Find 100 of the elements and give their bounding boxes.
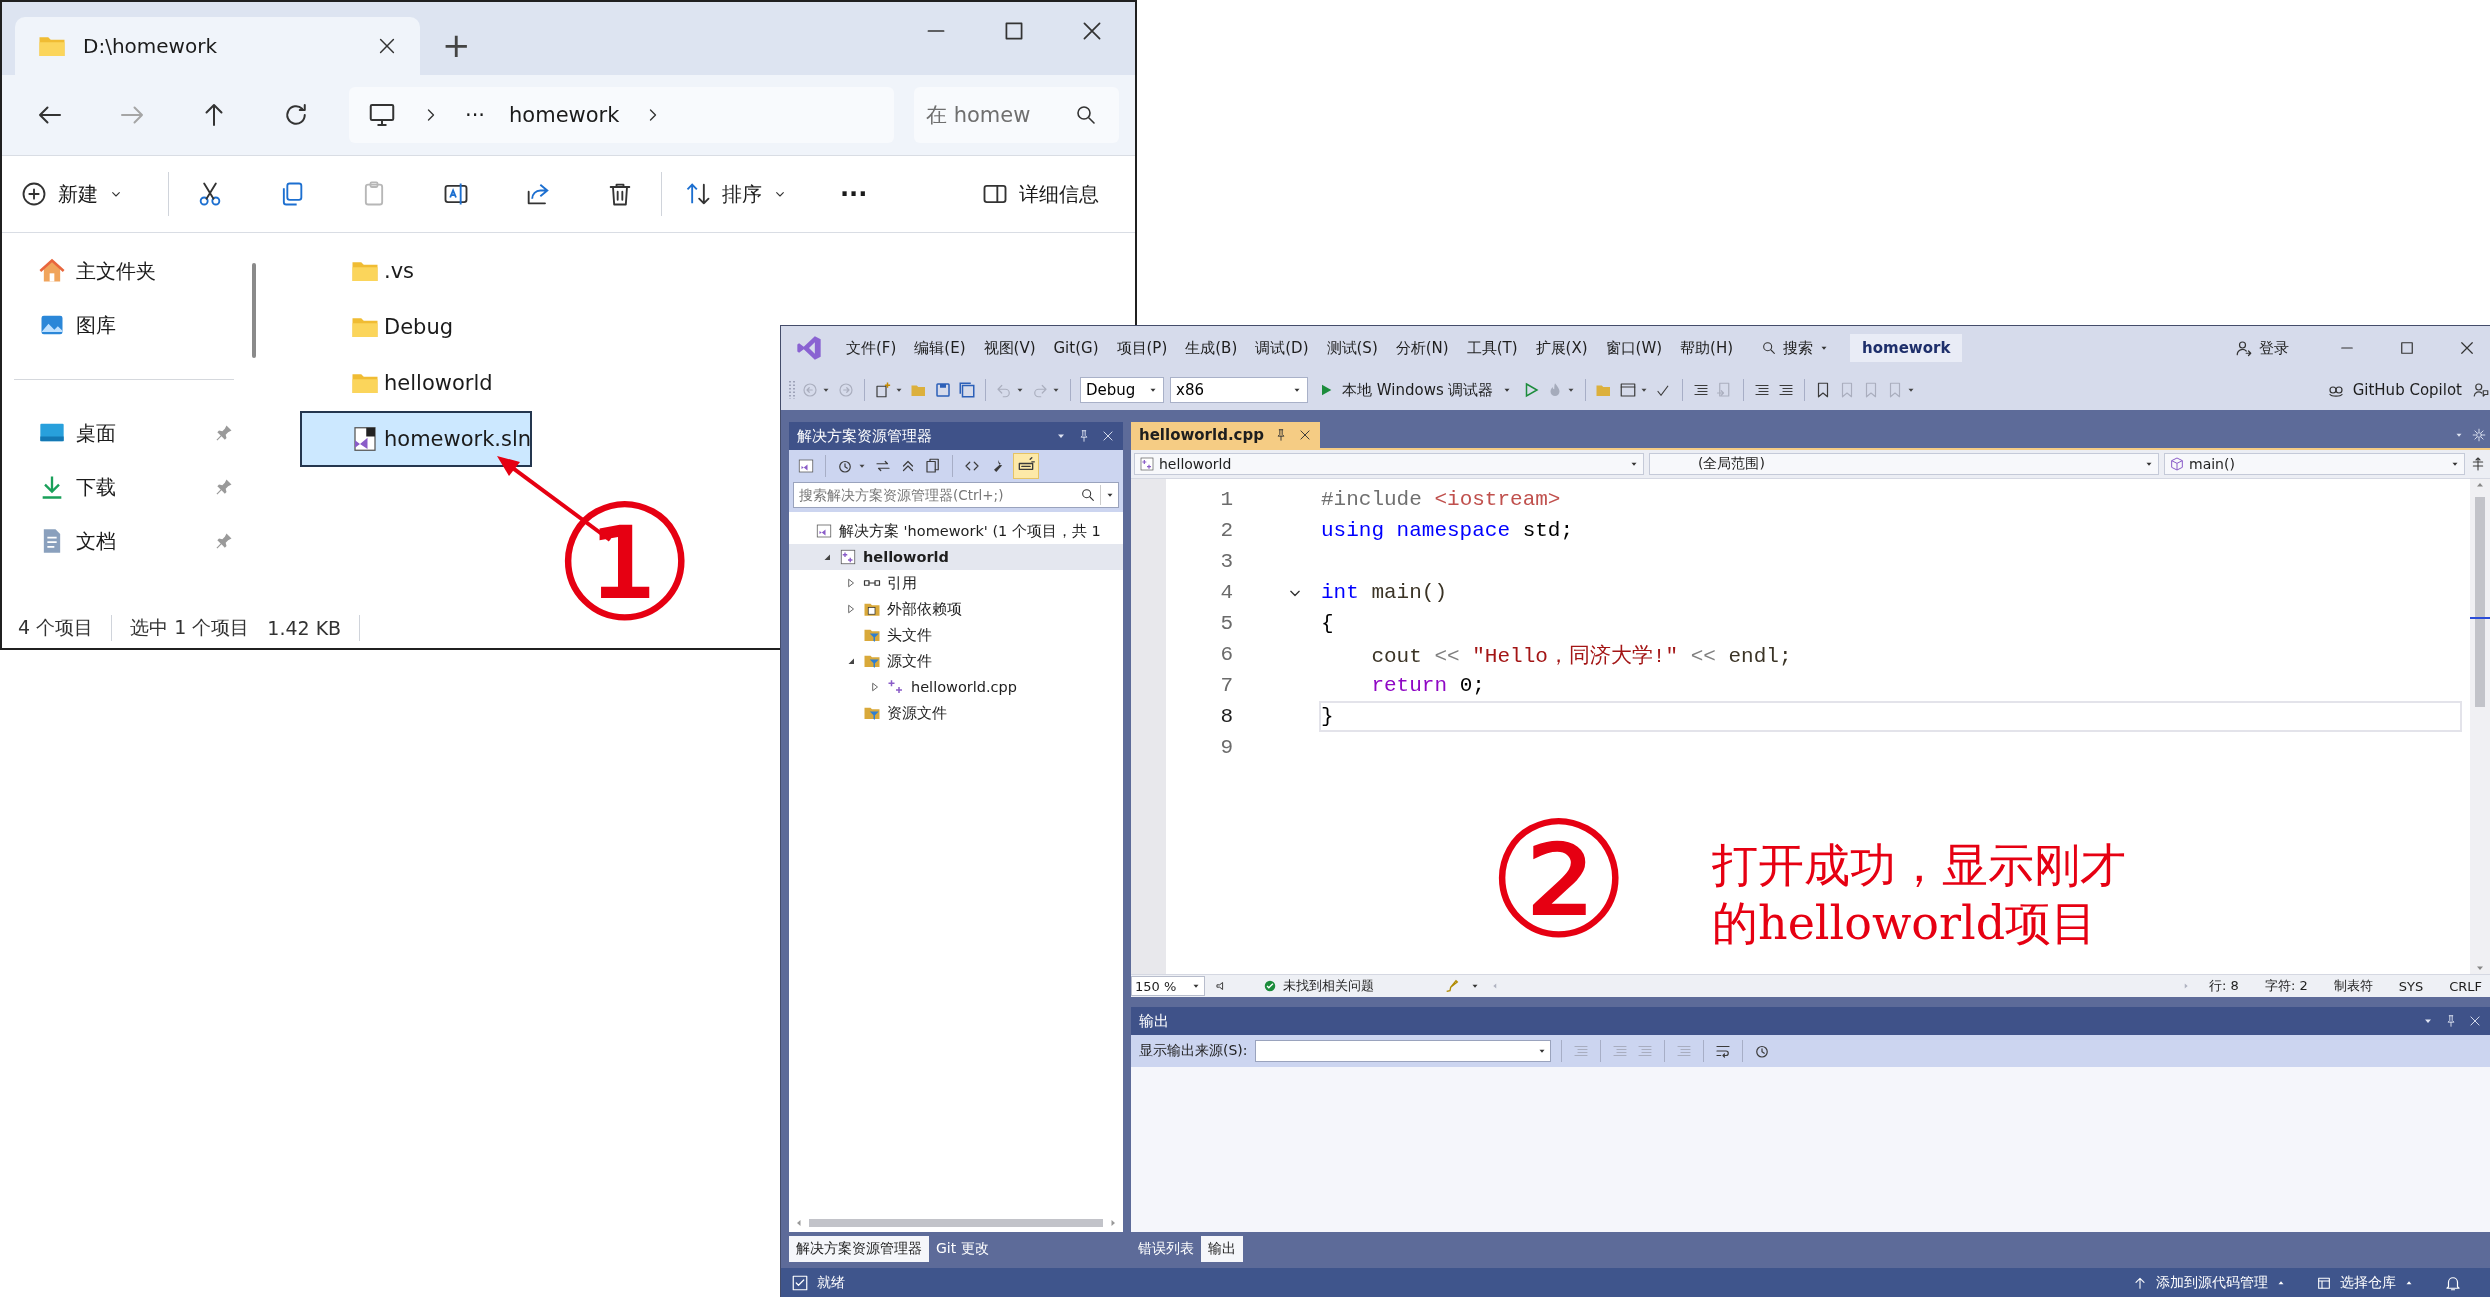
brush-icon[interactable] — [1444, 978, 1460, 994]
grip-icon[interactable] — [789, 381, 795, 399]
new-button[interactable]: 新建 — [20, 170, 124, 218]
start-debugging-button[interactable]: 本地 Windows 调试器 — [1314, 376, 1516, 404]
source-control-button[interactable]: 添加到源代码管理 — [2132, 1273, 2286, 1292]
solution-icon[interactable] — [797, 457, 815, 475]
close-icon[interactable] — [2458, 339, 2476, 357]
breadcrumb-overflow[interactable]: ··· — [465, 103, 486, 127]
tree-item[interactable]: helloworld.cpp — [789, 674, 1123, 700]
feedback-icon[interactable] — [2472, 381, 2490, 399]
collapsed-triangle-icon[interactable] — [869, 681, 881, 693]
line-indicator[interactable]: 行: 8 — [2209, 977, 2239, 995]
line-ending-indicator[interactable]: CRLF — [2449, 978, 2482, 994]
search-field[interactable]: 在 homew — [914, 87, 1119, 143]
sort-button[interactable]: 排序 — [684, 170, 788, 218]
search-button[interactable]: 搜索 — [1752, 333, 1839, 363]
breadcrumb-item[interactable]: homework — [509, 103, 620, 127]
close-icon[interactable] — [1297, 428, 1312, 442]
line-number: 7 — [1219, 674, 1233, 697]
tree-item[interactable]: 引用 — [789, 570, 1123, 596]
panel-tab[interactable]: 解决方案资源管理器 — [789, 1236, 929, 1262]
new-tab-button[interactable]: + — [442, 25, 471, 65]
member-dropdown[interactable]: main() — [2164, 453, 2465, 475]
new-item-icon[interactable] — [874, 381, 892, 399]
search-icon — [1761, 340, 1778, 356]
window-tab[interactable]: D:\homework — [15, 17, 420, 75]
panel-tab[interactable]: Git 更改 — [929, 1236, 996, 1262]
more-button[interactable]: ··· — [840, 170, 868, 218]
menu-item[interactable]: 调试(D) — [1246, 333, 1318, 363]
menu-item[interactable]: 生成(B) — [1176, 333, 1247, 363]
scrollbar[interactable] — [252, 263, 256, 358]
search-input[interactable]: 在 homew — [926, 103, 1074, 127]
nav-item[interactable]: 桌面 — [2, 406, 238, 460]
menu-item[interactable]: 编辑(E) — [905, 333, 975, 363]
nav-item[interactable]: 图库 — [2, 298, 238, 352]
window-icon[interactable] — [1618, 381, 1637, 399]
tree-item[interactable]: helloworld — [789, 544, 1123, 570]
status-text: 就绪 — [817, 1273, 845, 1292]
close-icon[interactable] — [2468, 1014, 2482, 1028]
project-dropdown[interactable]: helloworld — [1134, 453, 1644, 475]
tree-item[interactable]: 解决方案 'homework' (1 个项目，共 1 — [789, 518, 1123, 544]
preview-icon[interactable] — [1013, 453, 1039, 479]
menu-item[interactable]: 扩展(X) — [1526, 333, 1597, 363]
menu-item[interactable]: 项目(P) — [1107, 333, 1177, 363]
search-field[interactable]: 搜索解决方案资源管理器(Ctrl+;) — [793, 482, 1119, 508]
check-circle-icon — [1263, 979, 1277, 993]
pages-icon[interactable] — [924, 457, 942, 475]
document-tab[interactable]: helloworld.cpp — [1131, 422, 1320, 448]
file-item[interactable]: .vs — [300, 243, 532, 299]
indent-indicator[interactable]: 制表符 — [2333, 977, 2373, 995]
line-number: 9 — [1219, 736, 1233, 759]
nav-item[interactable]: 主文件夹 — [2, 244, 238, 298]
panel-title: 解决方案资源管理器 — [797, 426, 932, 446]
menu-item[interactable]: 文件(F) — [837, 333, 906, 363]
step-number: ② — [1487, 801, 1631, 961]
issues-status[interactable]: 未找到相关问题 — [1263, 977, 1374, 995]
encoding-indicator[interactable]: SYS — [2398, 978, 2424, 994]
menu-item[interactable]: 帮助(H) — [1671, 333, 1743, 363]
panel-tab[interactable]: 输出 — [1201, 1236, 1243, 1262]
caret-position-marker — [2470, 617, 2490, 619]
menu-item[interactable]: Git(G) — [1044, 333, 1108, 363]
tree-item[interactable]: 头文件 — [789, 622, 1123, 648]
collapsed-triangle-icon[interactable] — [845, 577, 857, 589]
repository-button[interactable]: 选择仓库 — [2316, 1273, 2414, 1292]
copilot-button[interactable]: GitHub Copilot — [2322, 376, 2466, 404]
maximize-icon[interactable] — [2398, 339, 2416, 357]
tree-item[interactable]: 外部依赖项 — [789, 596, 1123, 622]
panel-tab[interactable]: 错误列表 — [1131, 1236, 1201, 1262]
configuration-dropdown[interactable]: Debug — [1080, 377, 1164, 403]
platform-dropdown[interactable]: x86 — [1170, 377, 1308, 403]
menu-item[interactable]: 分析(N) — [1386, 333, 1458, 363]
address-bar[interactable]: ··· homework — [349, 87, 894, 143]
scrollbar[interactable] — [2470, 479, 2490, 974]
file-item[interactable]: Debug — [300, 299, 532, 355]
menu-item[interactable]: 工具(T) — [1457, 333, 1527, 363]
tree-item[interactable]: 源文件 — [789, 648, 1123, 674]
sign-in-button[interactable]: 登录 — [2226, 333, 2298, 363]
nav-item[interactable]: 文档 — [2, 514, 238, 568]
item-count: 4 个项目 — [18, 615, 94, 640]
scope-dropdown[interactable]: (全局范围) — [1649, 453, 2159, 475]
save-icon[interactable] — [934, 381, 952, 399]
scrollbar-thumb[interactable] — [809, 1219, 1103, 1227]
split-icon[interactable] — [2470, 456, 2486, 472]
search-icon — [1074, 103, 1098, 127]
tree-item[interactable]: 资源文件 — [789, 700, 1123, 726]
save-all-icon[interactable] — [958, 381, 976, 399]
scrollbar-thumb[interactable] — [2475, 497, 2485, 707]
close-icon[interactable] — [1101, 429, 1115, 443]
file-item[interactable]: helloworld — [300, 355, 532, 411]
menu-item[interactable]: 视图(V) — [974, 333, 1045, 363]
collapsed-triangle-icon[interactable] — [845, 603, 857, 615]
details-button[interactable]: 详细信息 — [981, 170, 1099, 218]
menu-item[interactable]: 测试(S) — [1317, 333, 1387, 363]
menu-item[interactable]: 窗口(W) — [1596, 333, 1672, 363]
settings-icon[interactable] — [2472, 428, 2486, 442]
file-item[interactable]: homework.sln — [300, 411, 532, 467]
zoom-dropdown[interactable]: 150 % — [1131, 976, 1205, 996]
column-indicator[interactable]: 字符: 2 — [2264, 977, 2308, 995]
nav-item[interactable]: 下载 — [2, 460, 238, 514]
line-number: 4 — [1219, 581, 1233, 604]
